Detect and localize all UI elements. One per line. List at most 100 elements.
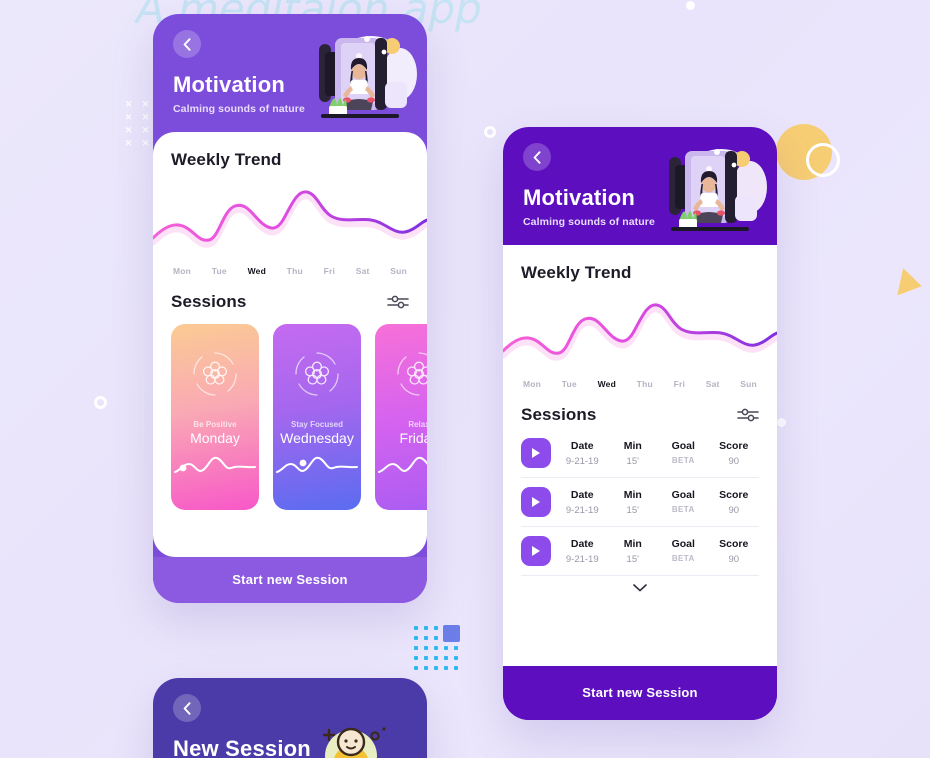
start-new-session-button-2[interactable]: Start new Session: [503, 666, 777, 720]
column-header: Goal: [671, 439, 695, 452]
cell-value: 90: [728, 455, 740, 467]
play-button[interactable]: [521, 536, 551, 566]
start-new-session-label: Start new Session: [232, 572, 348, 587]
back-button[interactable]: [173, 30, 201, 58]
sliders-icon[interactable]: [387, 295, 409, 309]
day-label-tue[interactable]: Tue: [562, 379, 577, 389]
dot: [414, 636, 418, 640]
x-mark-icon: ✕: [124, 138, 133, 148]
weekly-trend-title: Weekly Trend: [521, 263, 632, 282]
dot: [444, 646, 448, 650]
play-icon: [532, 546, 540, 556]
cell-value: 15': [626, 553, 639, 565]
dot: [424, 626, 428, 630]
cell-value: 9-21-19: [565, 553, 599, 565]
sliders-icon[interactable]: [737, 408, 759, 422]
play-button[interactable]: [521, 487, 551, 517]
session-card[interactable]: RelaxFriday: [375, 324, 427, 510]
x-mark-icon: ✕: [124, 125, 133, 135]
start-new-session-button-1[interactable]: Start new Session: [153, 557, 427, 603]
chevron-left-icon: [183, 37, 191, 51]
dot: [424, 646, 428, 650]
cell-value: BETA: [671, 455, 695, 465]
x-mark-icon: ✕: [141, 112, 150, 122]
table-cell-date: Date 9-21-19: [557, 538, 608, 565]
play-button[interactable]: [521, 438, 551, 468]
cell-value: 90: [728, 553, 740, 565]
table-row[interactable]: Date 9-21-19 Min 15' Goal BETA Score 90: [521, 478, 759, 527]
x-mark-icon: ✕: [124, 99, 133, 109]
cell-value: 9-21-19: [565, 504, 599, 516]
table-cell-goal: Goal BETA: [658, 440, 709, 467]
session-card[interactable]: Be Positive Monday: [171, 324, 259, 510]
table-cell-goal: Goal BETA: [658, 489, 709, 516]
phone-mockup-1: Motivation Calming sounds of nature Week…: [153, 14, 427, 603]
column-header: Score: [719, 439, 749, 452]
session-card-day: Friday: [399, 430, 427, 446]
table-cell-goal: Goal BETA: [658, 538, 709, 565]
back-button[interactable]: [523, 143, 551, 171]
day-label-thu[interactable]: Thu: [287, 266, 303, 276]
cell-value: 9-21-19: [565, 455, 599, 467]
dot: [454, 666, 458, 670]
column-header: Date: [570, 488, 594, 501]
small-ring-decoration: [484, 126, 496, 138]
column-header: Goal: [671, 537, 695, 550]
dot: [454, 646, 458, 650]
white-ring-decoration: [806, 143, 840, 177]
session-card-day: Wednesday: [280, 430, 354, 446]
table-cell-min: Min 15': [608, 489, 659, 516]
dot: [434, 626, 438, 630]
sessions-header: Sessions: [171, 292, 409, 312]
day-label-sun[interactable]: Sun: [740, 379, 757, 389]
back-button[interactable]: [173, 694, 201, 722]
x-mark-icon: ✕: [124, 112, 133, 122]
session-card-subtitle: Relax: [408, 420, 427, 429]
day-label-sat[interactable]: Sat: [706, 379, 720, 389]
day-label-sun[interactable]: Sun: [390, 266, 407, 276]
dot: [434, 656, 438, 660]
new-session-illustration: [322, 727, 386, 758]
cell-value: BETA: [671, 553, 695, 563]
amber-triangle-decoration: [897, 268, 925, 300]
weekly-trend-chart: [503, 289, 777, 375]
x-mark-icon: ✕: [141, 125, 150, 135]
session-card-subtitle: Be Positive: [193, 420, 237, 429]
table-row[interactable]: Date 9-21-19 Min 15' Goal BETA Score 90: [521, 527, 759, 576]
day-label-fri[interactable]: Fri: [674, 379, 685, 389]
phone3-header: New Session: [153, 678, 427, 758]
lotus-icon: [397, 352, 427, 396]
dot: [434, 646, 438, 650]
column-header: Min: [623, 488, 642, 501]
day-label-mon[interactable]: Mon: [523, 379, 541, 389]
day-label-mon[interactable]: Mon: [173, 266, 191, 276]
table-row[interactable]: Date 9-21-19 Min 15' Goal BETA Score 90: [521, 429, 759, 478]
session-card-subtitle: Stay Focused: [290, 420, 343, 429]
day-label-wed[interactable]: Wed: [248, 266, 266, 276]
day-label-fri[interactable]: Fri: [324, 266, 335, 276]
column-header: Goal: [671, 488, 695, 501]
weekly-trend-chart: [153, 176, 427, 262]
table-cell-score: Score 90: [709, 538, 760, 565]
start-new-session-label: Start new Session: [582, 685, 698, 700]
column-header: Score: [719, 488, 749, 501]
dot: [414, 656, 418, 660]
table-cell-date: Date 9-21-19: [557, 440, 608, 467]
trend-line-graph: [503, 303, 777, 361]
cell-value: 15': [626, 455, 639, 467]
expand-sessions-button[interactable]: [521, 576, 759, 592]
dot: [444, 656, 448, 660]
day-label-tue[interactable]: Tue: [212, 266, 227, 276]
meditation-illustration: [319, 36, 417, 118]
chevron-left-icon: [183, 701, 191, 715]
column-header: Score: [719, 537, 749, 550]
play-icon: [532, 448, 540, 458]
dot: [414, 646, 418, 650]
session-card[interactable]: Stay Focused Wednesday: [273, 324, 361, 510]
day-label-wed[interactable]: Wed: [598, 379, 616, 389]
day-label-thu[interactable]: Thu: [637, 379, 653, 389]
day-label-sat[interactable]: Sat: [356, 266, 370, 276]
sessions-title: Sessions: [521, 405, 597, 424]
meditation-illustration: [669, 149, 767, 231]
phone-mockup-3: New Session: [153, 678, 427, 758]
